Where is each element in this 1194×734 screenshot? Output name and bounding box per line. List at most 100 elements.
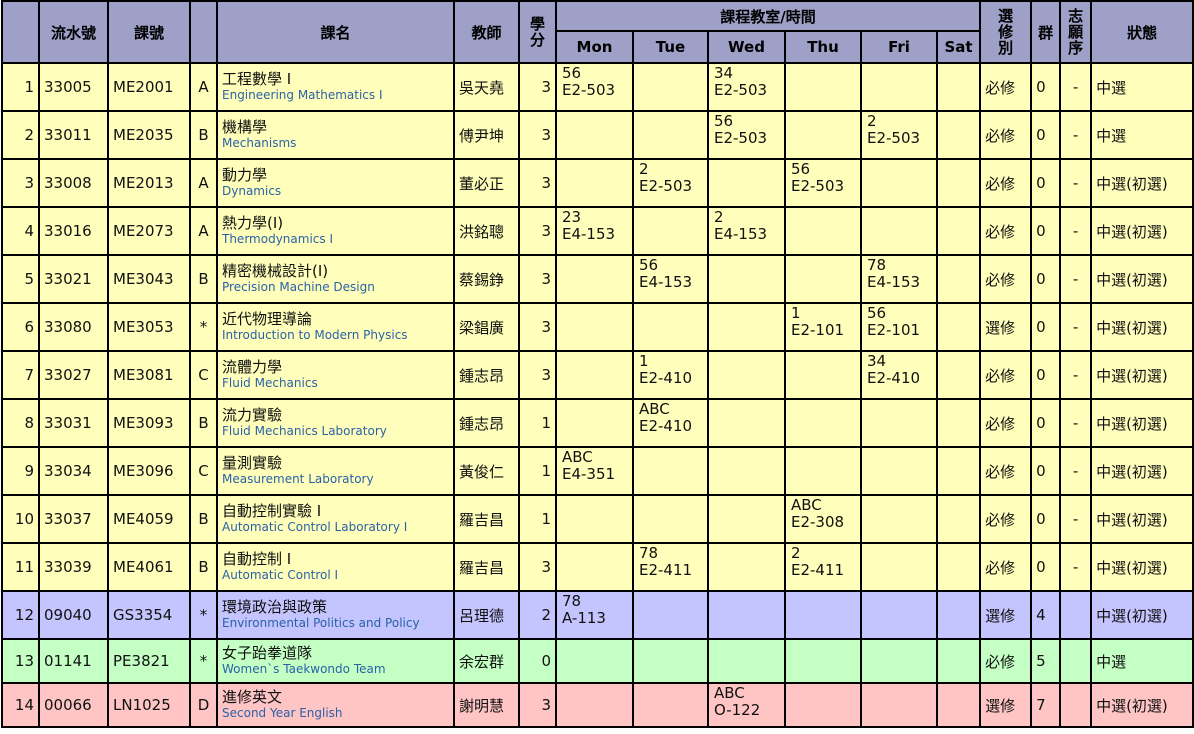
teacher-cell: 黃俊仁 bbox=[453, 446, 520, 496]
credits-cell: 3 bbox=[518, 254, 557, 304]
course-name-cell: 流力實驗 Fluid Mechanics Laboratory bbox=[216, 398, 455, 448]
schedule-room: E2-410 bbox=[639, 369, 693, 387]
schedule-period: 56 bbox=[791, 160, 811, 178]
credits-cell: 2 bbox=[518, 590, 557, 640]
row-index: 7 bbox=[1, 350, 40, 400]
credits-cell: 3 bbox=[518, 206, 557, 256]
schedule-room: E2-503 bbox=[714, 129, 768, 147]
course-name-zh: 自動控制 I bbox=[222, 550, 292, 568]
schedule-tue-cell: 78 E2-411 bbox=[632, 542, 709, 592]
teacher-cell: 董必正 bbox=[453, 158, 520, 208]
course-type-cell: 必修 bbox=[979, 398, 1033, 448]
serial-cell: 33034 bbox=[38, 446, 109, 496]
table-row: 5 33021 ME3043 B 精密機械設計(I) Precision Machine … bbox=[1, 254, 1194, 304]
course-name-cell: 熱力學(I) Thermodynamics I bbox=[216, 206, 455, 256]
priority-cell: - bbox=[1059, 398, 1093, 448]
schedule-room: E2-503 bbox=[562, 81, 616, 99]
course-code-cell: ME3081 bbox=[107, 350, 191, 400]
group-cell: 0 bbox=[1030, 302, 1062, 352]
schedule-period: ABC bbox=[791, 496, 822, 514]
table-row: 13 01141 PE3821 * 女子跆拳道隊 Women`s Taekwondo Te… bbox=[1, 638, 1194, 684]
schedule-fri-cell bbox=[860, 494, 938, 544]
header-group: 群 bbox=[1030, 0, 1062, 64]
course-code-cell: ME3053 bbox=[107, 302, 191, 352]
schedule-tue-cell: 2 E2-503 bbox=[632, 158, 709, 208]
table-row: 4 33016 ME2073 A 熱力學(I) Thermodynamics I 洪銘聰 3 2… bbox=[1, 206, 1194, 256]
class-cell: B bbox=[189, 542, 218, 592]
serial-cell: 33005 bbox=[38, 62, 109, 112]
course-code-cell: PE3821 bbox=[107, 638, 191, 684]
table-row: 2 33011 ME2035 B 機構學 Mechanisms 傅尹坤 3 56 E2-503 2 E… bbox=[1, 110, 1194, 160]
schedule-wed-cell bbox=[707, 542, 786, 592]
course-type-cell: 必修 bbox=[979, 542, 1033, 592]
course-type-cell: 選修 bbox=[979, 590, 1033, 640]
schedule-mon-cell bbox=[555, 158, 634, 208]
group-cell: 0 bbox=[1030, 206, 1062, 256]
header-credits-char: 學 bbox=[529, 15, 545, 33]
course-name-zh: 進修英文 bbox=[222, 688, 283, 706]
schedule-wed-cell: ABC O-122 bbox=[707, 682, 786, 728]
schedule-room: E2-101 bbox=[867, 321, 921, 339]
serial-cell: 33011 bbox=[38, 110, 109, 160]
schedule-room: E2-503 bbox=[791, 177, 845, 195]
schedule-room: E2-410 bbox=[867, 369, 921, 387]
course-name-zh: 近代物理導論 bbox=[222, 310, 313, 328]
course-name-en: Thermodynamics I bbox=[222, 232, 333, 246]
course-code-cell: ME3093 bbox=[107, 398, 191, 448]
row-index: 2 bbox=[1, 110, 40, 160]
credits-cell: 3 bbox=[518, 542, 557, 592]
schedule-mon-cell bbox=[555, 638, 634, 684]
schedule-thu-cell bbox=[784, 110, 862, 160]
schedule-wed-cell: 34 E2-503 bbox=[707, 62, 786, 112]
course-name-en: Automatic Control Laboratory I bbox=[222, 520, 408, 534]
schedule-fri-cell bbox=[860, 682, 938, 728]
schedule-room: E2-503 bbox=[867, 129, 921, 147]
header-day-thu: Thu bbox=[784, 30, 862, 64]
status-cell: 中選(初選) bbox=[1090, 494, 1194, 544]
serial-cell: 33027 bbox=[38, 350, 109, 400]
class-cell: A bbox=[189, 206, 218, 256]
header-type-char: 選 bbox=[998, 7, 1014, 25]
schedule-fri-cell bbox=[860, 62, 938, 112]
credits-cell: 3 bbox=[518, 62, 557, 112]
serial-cell: 33016 bbox=[38, 206, 109, 256]
schedule-thu-cell: 2 E2-411 bbox=[784, 542, 862, 592]
class-cell: * bbox=[189, 302, 218, 352]
priority-cell: - bbox=[1059, 494, 1093, 544]
priority-cell: - bbox=[1059, 350, 1093, 400]
schedule-sat-cell bbox=[935, 542, 982, 592]
course-name-cell: 女子跆拳道隊 Women`s Taekwondo Team bbox=[216, 638, 455, 684]
schedule-period: 34 bbox=[714, 64, 734, 82]
course-name-cell: 環境政治與政策 Environmental Politics and Policy bbox=[216, 590, 455, 640]
header-priority-char: 志 bbox=[1068, 7, 1084, 25]
schedule-wed-cell bbox=[707, 350, 786, 400]
table-row: 14 00066 LN1025 D 進修英文 Second Year English 謝明慧… bbox=[1, 682, 1194, 728]
course-type-cell: 必修 bbox=[979, 446, 1033, 496]
status-cell: 中選(初選) bbox=[1090, 302, 1194, 352]
schedule-period: 34 bbox=[867, 352, 887, 370]
table-row: 9 33034 ME3096 C 量測實驗 Measurement Laboratory 黃… bbox=[1, 446, 1194, 496]
course-name-zh: 量測實驗 bbox=[222, 454, 283, 472]
schedule-thu-cell bbox=[784, 350, 862, 400]
schedule-sat-cell bbox=[935, 350, 982, 400]
schedule-period: 56 bbox=[714, 112, 734, 130]
schedule-tue-cell bbox=[632, 302, 709, 352]
schedule-fri-cell bbox=[860, 446, 938, 496]
schedule-room: E2-101 bbox=[791, 321, 845, 339]
class-cell: C bbox=[189, 350, 218, 400]
credits-cell: 1 bbox=[518, 494, 557, 544]
schedule-mon-cell bbox=[555, 254, 634, 304]
schedule-tue-cell bbox=[632, 638, 709, 684]
course-name-zh: 熱力學(I) bbox=[222, 214, 284, 232]
schedule-period: 2 bbox=[791, 544, 801, 562]
course-name-zh: 女子跆拳道隊 bbox=[222, 644, 313, 662]
schedule-room: E2-503 bbox=[639, 177, 693, 195]
header-schedule: 課程教室/時間 bbox=[554, 0, 982, 32]
schedule-room: E4-153 bbox=[714, 225, 768, 243]
schedule-wed-cell bbox=[707, 446, 786, 496]
course-code-cell: ME2073 bbox=[107, 206, 191, 256]
schedule-sat-cell bbox=[935, 446, 982, 496]
schedule-fri-cell: 2 E2-503 bbox=[860, 110, 938, 160]
row-index: 8 bbox=[1, 398, 40, 448]
group-cell: 0 bbox=[1030, 398, 1062, 448]
